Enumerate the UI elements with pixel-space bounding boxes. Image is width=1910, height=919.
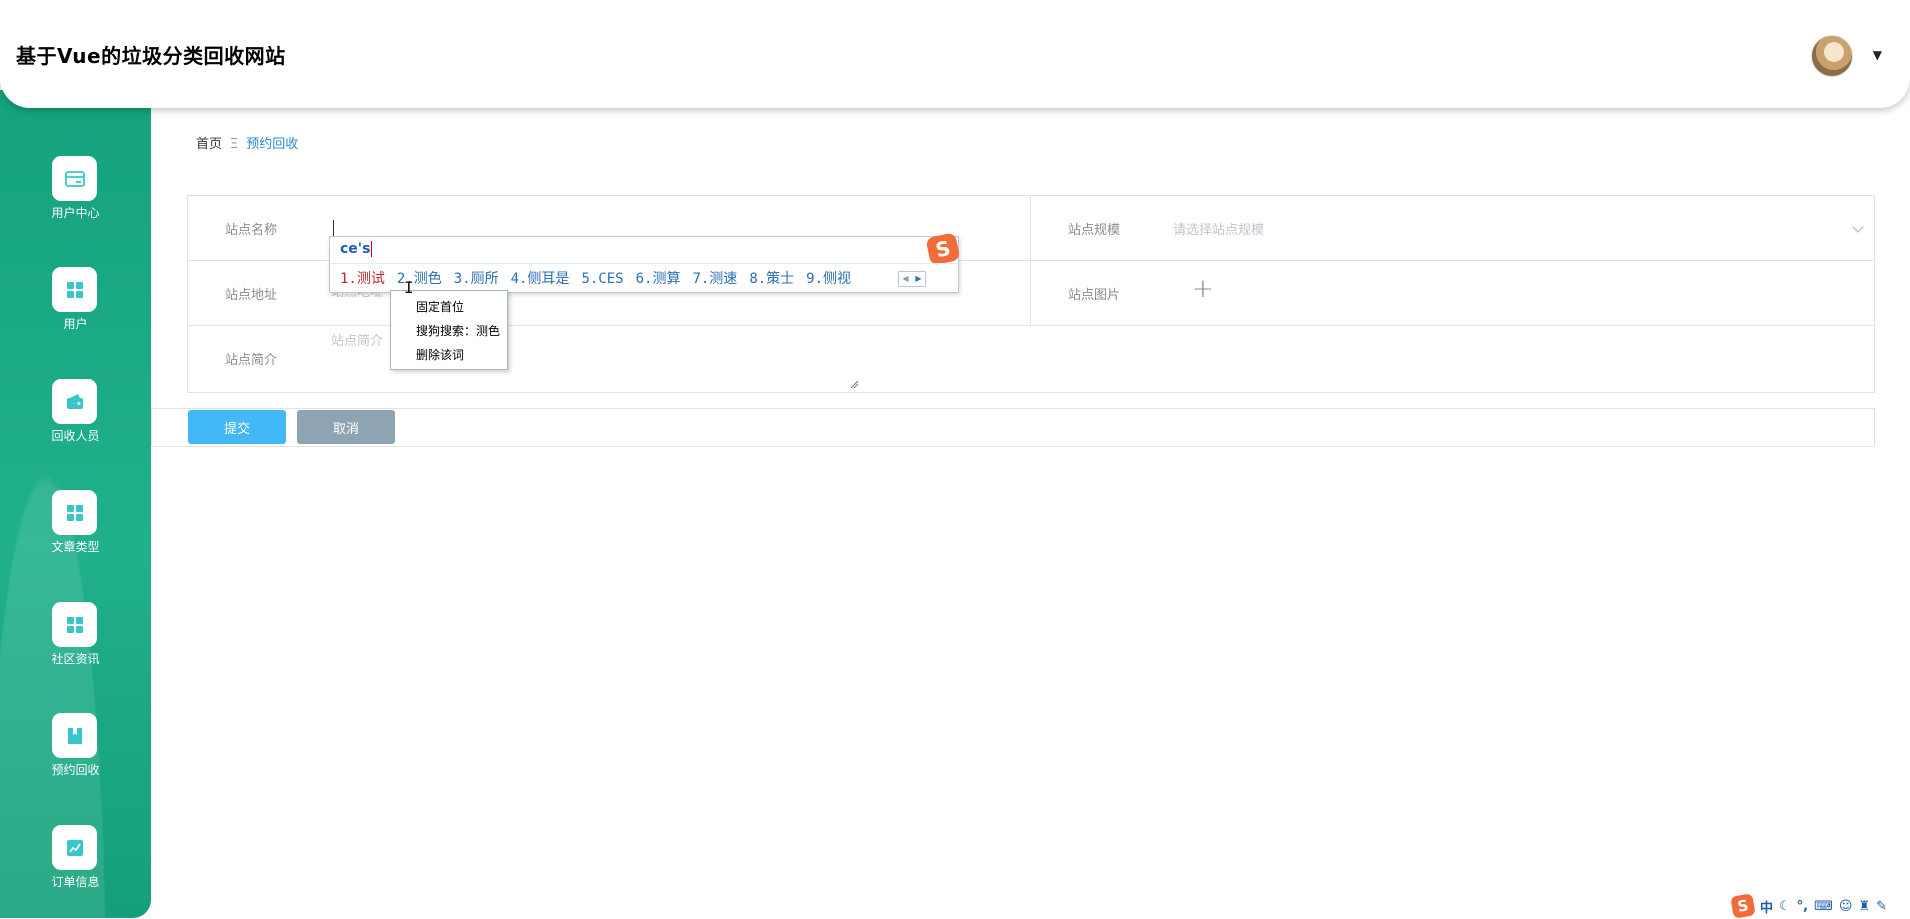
chevron-down-icon[interactable] [1852,221,1864,233]
plus-icon[interactable]: + [1192,276,1214,302]
divider [1030,196,1031,326]
grid-icon [52,267,97,312]
ime-candidate[interactable]: 3.厕所 [454,271,499,287]
breadcrumb-separator-icon: Ξ [230,137,239,152]
sidebar-item-label: 用户 [63,317,88,331]
breadcrumb: 首页 Ξ 预约回收 [196,133,298,152]
site-name-label: 站点名称 [225,223,278,238]
menu-item-delete-word[interactable]: 删除该词 [416,346,464,363]
sidebar-item-appointment-recycle[interactable]: 预约回收 [0,713,151,803]
sidebar-item-users[interactable]: 用户 [0,267,151,357]
ime-status-bar: S 中 ☾ °, ⌨ ☺ ♜ ✎ [1728,893,1910,919]
chart-icon [52,825,97,870]
ime-composition: ce's [340,241,373,257]
ime-candidate[interactable]: 1.测试 [340,271,385,287]
site-intro-label: 站点简介 [225,353,278,368]
submit-button[interactable]: 提交 [188,410,286,444]
ime-candidate[interactable]: 6.测算 [636,271,681,287]
ime-candidate[interactable]: 9.侧视 [806,271,851,287]
form-actions: 提交 取消 [151,408,1875,447]
top-header: 基于Vue的垃圾分类回收网站 ▼ [0,0,1910,108]
ime-candidate-list: 1.测试 2.测色 3.厕所 4.侧耳是 5.CES 6.测算 7.测速 8.策士 9.侧视 [340,268,863,288]
sidebar-item-user-center[interactable]: 用户中心 [0,156,151,246]
app-title: 基于Vue的垃圾分类回收网站 [16,44,286,68]
shirt-icon[interactable]: ♜ [1858,899,1870,914]
book-icon [52,713,97,758]
ime-candidate[interactable]: 8.策士 [749,271,794,287]
sogou-logo-icon[interactable]: S [1730,893,1756,919]
resize-handle-icon[interactable] [849,379,859,389]
text-caret [333,220,334,236]
menu-item-sogou-search[interactable]: 搜狗搜索：测色 [416,322,500,339]
prev-page-icon[interactable]: ◀ [899,272,912,286]
wrench-icon[interactable]: ✎ [1876,899,1887,914]
sidebar: 用户中心 用户 回收人员 文章类型 社区资讯 预约回收 订单信息 [0,90,151,918]
ime-context-menu: 固定首位 搜狗搜索：测色 删除该词 [390,290,508,370]
text-cursor-icon: I [404,278,414,297]
card-icon [52,156,97,201]
grid-icon [52,602,97,647]
user-avatar[interactable] [1811,35,1853,77]
sidebar-item-label: 回收人员 [51,429,100,443]
site-scale-label: 站点规模 [1068,223,1121,238]
sidebar-item-recyclers[interactable]: 回收人员 [0,379,151,469]
caret-down-icon[interactable]: ▼ [1873,48,1882,62]
grid-icon [52,490,97,535]
sidebar-item-community-news[interactable]: 社区资讯 [0,602,151,692]
sidebar-item-label: 社区资讯 [51,652,100,666]
site-image-label: 站点图片 [1068,288,1121,303]
ime-mode-chinese[interactable]: 中 [1760,897,1773,916]
ime-caret [371,241,373,257]
user-icon[interactable]: ☺ [1839,899,1853,914]
ime-candidate-window: ce's S 1.测试 2.测色 3.厕所 4.侧耳是 5.CES 6.测算 7.测速 8.策… [329,232,961,293]
site-address-label: 站点地址 [225,288,278,303]
next-page-icon[interactable]: ▶ [912,272,925,286]
sidebar-item-label: 订单信息 [51,875,100,889]
sidebar-item-article-types[interactable]: 文章类型 [0,490,151,580]
ime-candidate[interactable]: 4.侧耳是 [511,271,570,287]
wallet-icon [52,379,97,424]
ime-pager: ◀ ▶ [898,271,926,287]
divider [330,263,958,264]
ime-candidate[interactable]: 7.测速 [692,271,737,287]
menu-item-pin-first[interactable]: 固定首位 [416,298,464,315]
sidebar-item-order-info[interactable]: 订单信息 [0,825,151,915]
punctuation-mode[interactable]: °, [1797,899,1808,914]
breadcrumb-current: 预约回收 [246,137,299,152]
ime-candidate[interactable]: 5.CES [581,271,623,287]
sogou-logo-icon: S [925,232,961,266]
breadcrumb-home[interactable]: 首页 [196,137,222,152]
sidebar-item-label: 用户中心 [51,206,100,220]
sidebar-item-label: 预约回收 [51,763,100,777]
sidebar-item-label: 文章类型 [51,540,100,554]
site-scale-select[interactable]: 请选择站点规模 [1173,219,1264,238]
moon-icon[interactable]: ☾ [1779,899,1791,914]
keyboard-icon[interactable]: ⌨ [1814,899,1833,914]
ime-composition-text: ce's [340,241,371,257]
cancel-button[interactable]: 取消 [297,410,395,444]
